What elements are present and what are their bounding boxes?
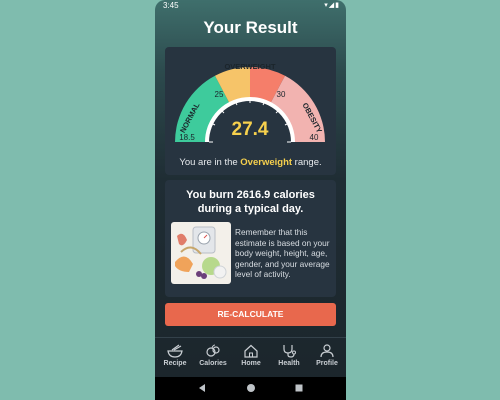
status-bar: 3:45 ▾◢▮ bbox=[155, 0, 346, 12]
back-icon[interactable] bbox=[197, 383, 207, 393]
nav-item-profile[interactable]: Profile bbox=[308, 338, 346, 378]
scale-food-illustration bbox=[171, 222, 231, 284]
recents-icon[interactable] bbox=[294, 383, 304, 393]
home-icon bbox=[244, 344, 258, 358]
nav-label-recipe: Recipe bbox=[163, 360, 187, 367]
calorie-burn-text: You burn 2616.9 calories during a typica… bbox=[165, 188, 336, 216]
gauge-label-overweight: OVERWEIGHT bbox=[224, 62, 276, 71]
person-icon bbox=[320, 344, 334, 358]
bmi-result-card: NORMAL OVERWEIGHT OBESITY 18.5 25 30 40 … bbox=[165, 47, 336, 175]
bottom-nav: Recipe Calories Home Health Profile bbox=[155, 337, 346, 378]
nav-label-health: Health bbox=[278, 360, 300, 367]
recalculate-button[interactable]: RE-CALCULATE bbox=[165, 303, 336, 326]
bowl-icon bbox=[167, 344, 183, 358]
range-prefix: You are in the bbox=[179, 157, 241, 168]
nav-label-profile: Profile bbox=[316, 360, 338, 367]
nav-item-health[interactable]: Health bbox=[270, 338, 308, 378]
food-icon bbox=[206, 344, 220, 357]
nav-label-calories: Calories bbox=[199, 360, 227, 367]
range-category: Overweight bbox=[240, 157, 293, 168]
calorie-note: Remember that this estimate is based on … bbox=[235, 227, 330, 279]
burn-prefix: You burn bbox=[186, 189, 237, 201]
status-icons: ▾◢▮ bbox=[324, 0, 340, 12]
burn-line2: during a typical day. bbox=[197, 203, 304, 215]
phone-screen: 3:45 ▾◢▮ Your Result NORMAL OVERWEIGHT O… bbox=[155, 0, 346, 400]
status-time: 3:45 bbox=[163, 1, 179, 10]
bmi-range-text: You are in the Overweight range. bbox=[165, 157, 336, 168]
stethoscope-icon bbox=[283, 345, 296, 358]
bmi-value: 27.4 bbox=[232, 119, 269, 140]
burn-suffix: calories bbox=[270, 189, 315, 201]
home-button-icon[interactable] bbox=[246, 383, 256, 393]
range-suffix: range. bbox=[292, 157, 322, 168]
system-nav-bar bbox=[155, 377, 346, 400]
nav-item-home[interactable]: Home bbox=[232, 338, 270, 378]
gauge-tick-18-5: 18.5 bbox=[179, 133, 195, 142]
nav-label-home: Home bbox=[241, 360, 261, 367]
nav-item-recipe[interactable]: Recipe bbox=[156, 338, 194, 378]
gauge-tick-25: 25 bbox=[215, 90, 224, 99]
battery-icon: ▮ bbox=[335, 2, 340, 9]
calorie-card: You burn 2616.9 calories during a typica… bbox=[165, 180, 336, 297]
gauge-tick-40: 40 bbox=[310, 133, 319, 142]
page-title: Your Result bbox=[203, 18, 298, 37]
calorie-amount: 2616.9 bbox=[236, 189, 271, 201]
gauge-tick-30: 30 bbox=[277, 90, 286, 99]
nav-item-calories[interactable]: Calories bbox=[194, 338, 232, 378]
bmi-gauge: NORMAL OVERWEIGHT OBESITY 18.5 25 30 40 … bbox=[175, 62, 325, 143]
